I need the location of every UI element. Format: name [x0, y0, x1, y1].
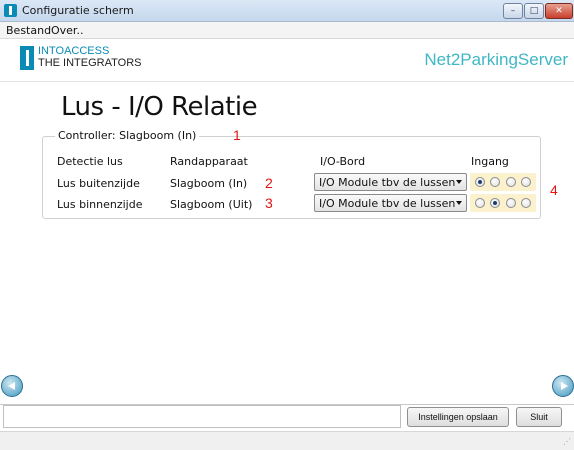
header-detectie-lus: Detectie lus — [57, 155, 123, 168]
header: INTOACCESS THE INTEGRATORS Net2ParkingSe… — [0, 40, 574, 82]
header-ingang: Ingang — [471, 155, 509, 168]
row-1-lus: Lus buitenzijde — [57, 177, 140, 190]
menu-over[interactable]: Over.. — [51, 24, 83, 37]
header-io-bord: I/O-Bord — [320, 155, 366, 168]
minimize-button[interactable]: – — [503, 3, 523, 19]
row-2-io-bord-value: I/O Module tbv de lussen — [319, 197, 456, 210]
chevron-down-icon — [456, 201, 462, 205]
resize-grip-icon[interactable]: ⋰ — [563, 437, 571, 446]
menu-bar: Bestand Over.. — [0, 22, 574, 39]
annotation-4: 4 — [550, 182, 558, 198]
annotation-3: 3 — [265, 195, 273, 211]
row-2-randapparaat: Slagboom (Uit) — [170, 198, 253, 211]
row-2-ingang-radio-2[interactable] — [490, 198, 500, 208]
close-window-button[interactable]: ✕ — [545, 3, 573, 19]
page-title: Lus - I/O Relatie — [61, 92, 258, 122]
row-2-ingang-radio-1[interactable] — [475, 198, 485, 208]
row-2-io-bord-select[interactable]: I/O Module tbv de lussen — [314, 194, 467, 212]
maximize-button[interactable]: □ — [524, 3, 544, 19]
annotation-2: 2 — [265, 175, 273, 191]
row-2-ingang-radio-3[interactable] — [506, 198, 516, 208]
annotation-1: 1 — [233, 127, 241, 143]
header-randapparaat: Randapparaat — [170, 155, 248, 168]
row-1-ingang-radio-4[interactable] — [521, 177, 531, 187]
row-2-ingang-radio-4[interactable] — [521, 198, 531, 208]
row-1-ingang-radios — [470, 173, 536, 191]
row-1-ingang-radio-3[interactable] — [506, 177, 516, 187]
logo-text-bottom: THE INTEGRATORS — [38, 57, 142, 69]
row-1-ingang-radio-2[interactable] — [490, 177, 500, 187]
row-2-ingang-radios — [470, 194, 536, 212]
title-bar: Configuratie scherm – □ ✕ — [0, 0, 574, 22]
save-settings-button[interactable]: Instellingen opslaan — [407, 407, 509, 427]
row-2-lus: Lus binnenzijde — [57, 198, 143, 211]
configuratie-window: Configuratie scherm – □ ✕ Bestand Over..… — [0, 0, 574, 450]
window-title: Configuratie scherm — [22, 4, 134, 17]
row-1-randapparaat: Slagboom (In) — [170, 177, 248, 190]
next-arrow-icon[interactable] — [552, 375, 574, 397]
logo-text-top: INTOACCESS — [38, 45, 110, 57]
previous-arrow-icon[interactable] — [1, 375, 23, 397]
status-bar — [0, 431, 574, 450]
status-message-field — [3, 405, 401, 428]
row-1-io-bord-select[interactable]: I/O Module tbv de lussen — [314, 173, 467, 191]
row-1-io-bord-value: I/O Module tbv de lussen — [319, 176, 456, 189]
chevron-down-icon — [456, 180, 462, 184]
controller-legend: Controller: Slagboom (In) — [55, 129, 200, 142]
app-icon — [4, 4, 17, 17]
product-name: Net2ParkingServer — [424, 50, 568, 69]
intoaccess-logo-icon — [20, 46, 34, 70]
close-button[interactable]: Sluit — [516, 407, 562, 427]
menu-bestand[interactable]: Bestand — [6, 24, 51, 37]
row-1-ingang-radio-1[interactable] — [475, 177, 485, 187]
